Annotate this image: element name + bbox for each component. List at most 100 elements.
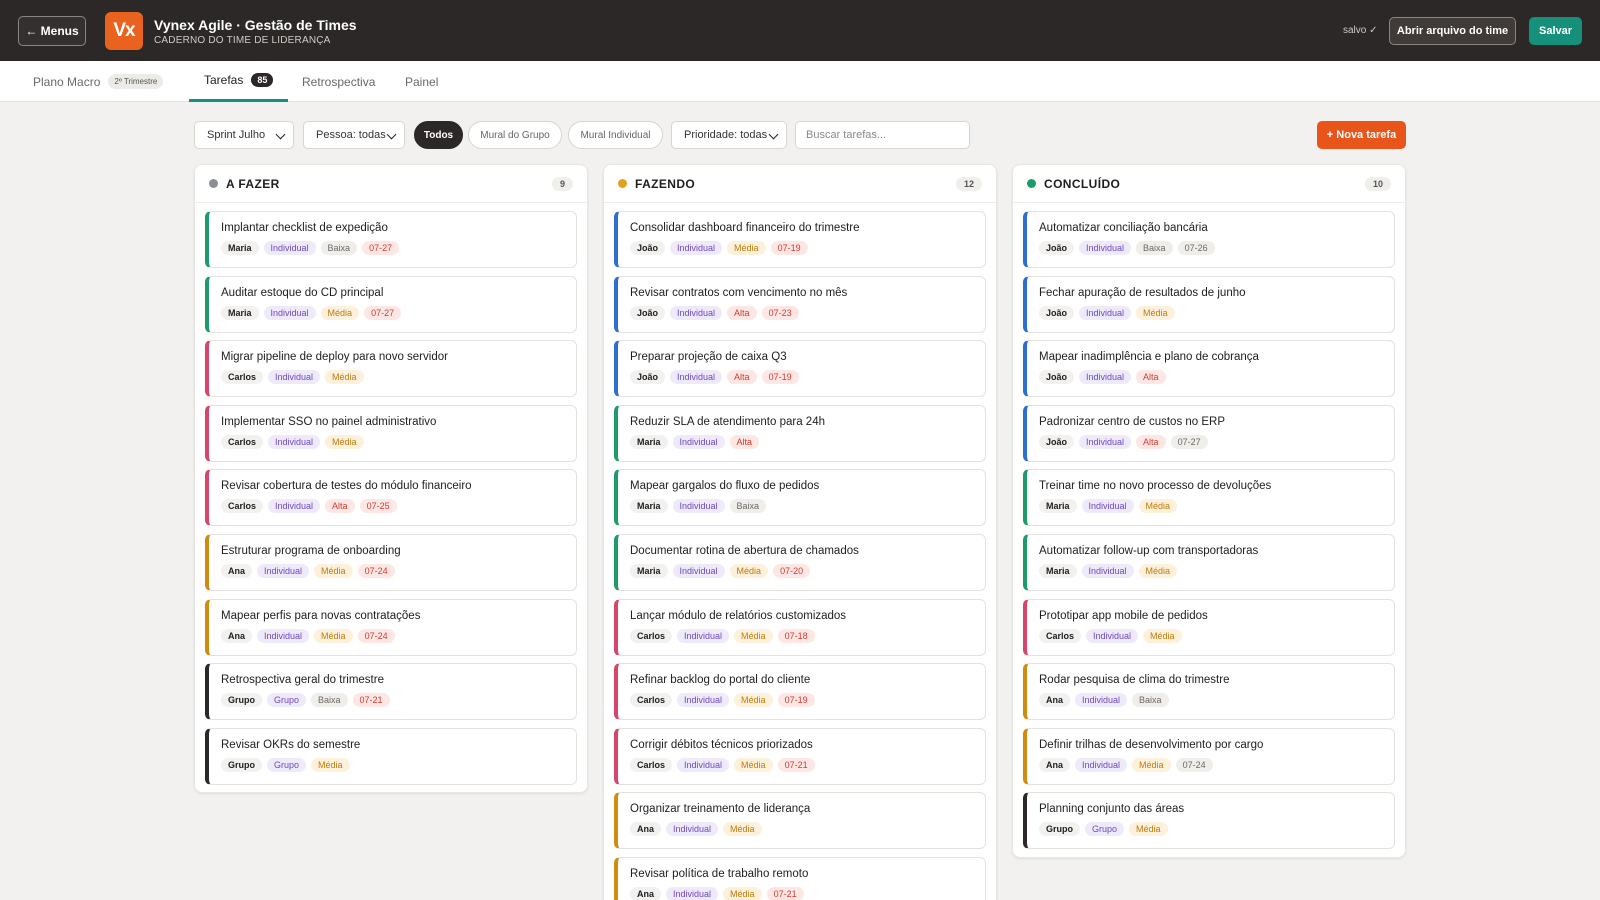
filter-chip-mural-grupo[interactable]: Mural do Grupo [468, 121, 562, 149]
chevron-down-icon [386, 129, 397, 140]
task-card[interactable]: Revisar cobertura de testes do módulo fi… [205, 469, 577, 527]
task-card[interactable]: Mapear perfis para novas contratações Ana… [205, 598, 577, 656]
task-title: Automatizar conciliação bancária [1039, 222, 1208, 234]
type-tag: Individual [1081, 563, 1134, 578]
due-date-tag: 07-18 [777, 628, 815, 643]
priority-select[interactable]: Prioridade: todas [671, 121, 787, 149]
task-card[interactable]: Estruturar programa de onboarding Ana Indi… [205, 533, 577, 591]
person-select[interactable]: Pessoa: todas [303, 121, 405, 149]
task-card[interactable]: Preparar projeção de caixa Q3 João Individ… [614, 340, 986, 398]
top-bar: ← Menus Vx Vynex Agile · Gestão de Times… [0, 0, 1600, 61]
type-tag: Individual [257, 563, 310, 578]
task-card[interactable]: Mapear gargalos do fluxo de pedidos Maria… [614, 469, 986, 527]
task-tags: Grupo Grupo Baixa 07-21 [221, 693, 564, 708]
task-card[interactable]: Padronizar centro de custos no ERP João In… [1023, 404, 1395, 462]
task-title: Documentar rotina de abertura de chamado… [630, 544, 859, 557]
person-tag: João [1039, 370, 1075, 385]
task-card[interactable]: Consolidar dashboard financeiro do trime… [614, 211, 986, 268]
task-card[interactable]: Fechar apuração de resultados de junho Jo… [1023, 275, 1395, 333]
person-tag: Carlos [630, 757, 673, 772]
column-header: A FAZER 9 [195, 165, 587, 203]
task-card[interactable]: Mapear inadimplência e plano de cobrança… [1023, 340, 1395, 398]
person-tag: Maria [630, 563, 668, 578]
task-card[interactable]: Revisar OKRs do semestre Grupo Grupo Média [205, 727, 577, 785]
column-count-badge: 12 [955, 177, 982, 191]
task-card[interactable]: Treinar time no novo processo de devoluç… [1023, 469, 1395, 527]
task-card[interactable]: Organizar treinamento de liderança Ana Ind… [614, 792, 986, 850]
task-tags: Carlos Individual Média 07-18 [630, 628, 973, 643]
tab-retrospectiva[interactable]: Retrospectiva [302, 61, 375, 102]
task-card[interactable]: Lançar módulo de relatórios customizados… [614, 598, 986, 656]
app-subtitle: CADERNO DO TIME DE LIDERANÇA [154, 35, 331, 46]
task-card[interactable]: Migrar pipeline de deploy para novo serv… [205, 340, 577, 398]
type-tag: Individual [1079, 370, 1132, 385]
task-card[interactable]: Revisar contratos com vencimento no mês J… [614, 275, 986, 333]
priority-tag: Média [1138, 563, 1178, 578]
person-tag: Ana [630, 822, 662, 837]
task-card[interactable]: Planning conjunto das áreas Grupo Grupo Méd… [1023, 792, 1395, 850]
tabs-bar: Plano Macro 2º Trimestre Tarefas 85 Retr… [0, 61, 1600, 102]
save-button[interactable]: Salvar [1529, 17, 1582, 45]
priority-tag: Alta [729, 434, 760, 449]
task-title: Revisar contratos com vencimento no mês [630, 286, 848, 299]
task-card[interactable]: Prototipar app mobile de pedidos Carlos In… [1023, 598, 1395, 656]
app-logo: Vx [105, 12, 143, 50]
open-team-file-button[interactable]: Abrir arquivo do time [1389, 17, 1516, 45]
card-list: Automatizar conciliação bancária João Indi… [1013, 203, 1405, 850]
task-card[interactable]: Revisar política de trabalho remoto Ana In… [614, 856, 986, 900]
task-card[interactable]: Implantar checklist de expedição Maria Ind… [205, 211, 577, 268]
task-tags: Maria Individual Média [1039, 563, 1382, 578]
task-title: Definir trilhas de desenvolvimento por c… [1039, 738, 1264, 751]
task-card[interactable]: Retrospectiva geral do trimestre Grupo Gru… [205, 663, 577, 721]
due-date-tag: 07-27 [1170, 434, 1208, 449]
new-task-button[interactable]: + Nova tarefa [1317, 121, 1406, 149]
sprint-select[interactable]: Sprint Julho [194, 121, 294, 149]
task-card[interactable]: Refinar backlog do portal do cliente Carl… [614, 663, 986, 721]
task-card[interactable]: Automatizar follow-up com transportadora… [1023, 533, 1395, 591]
priority-tag: Baixa [311, 693, 348, 708]
task-tags: Grupo Grupo Média [1039, 822, 1382, 837]
priority-select-value: Prioridade: todas [684, 129, 768, 141]
quarter-badge: 2º Trimestre [108, 74, 164, 89]
type-tag: Individual [257, 628, 310, 643]
search-input[interactable] [795, 121, 970, 149]
person-tag: João [630, 305, 666, 320]
task-card[interactable]: Rodar pesquisa de clima do trimestre Ana I… [1023, 663, 1395, 721]
priority-tag: Média [314, 563, 353, 578]
priority-tag: Média [723, 886, 762, 900]
person-tag: Maria [630, 434, 668, 449]
task-title: Lançar módulo de relatórios customizados [630, 609, 847, 622]
task-card[interactable]: Auditar estoque do CD principal Maria Indi… [205, 275, 577, 333]
filter-chip-todos[interactable]: Todos [414, 121, 463, 149]
task-card[interactable]: Automatizar conciliação bancária João Indi… [1023, 211, 1395, 268]
task-card[interactable]: Reduzir SLA de atendimento para 24h Maria… [614, 404, 986, 462]
due-date-tag: 07-21 [777, 757, 815, 772]
col-a-fazer: A FAZER 9 Implantar checklist de expedição… [194, 164, 588, 794]
tab-tarefas[interactable]: Tarefas 85 [189, 61, 289, 102]
task-count-badge: 85 [251, 73, 274, 87]
task-card[interactable]: Documentar rotina de abertura de chamado… [614, 533, 986, 591]
task-tags: Grupo Grupo Média [221, 757, 564, 772]
tab-label: Painel [405, 74, 439, 89]
type-tag: Individual [672, 499, 725, 514]
person-tag: Carlos [221, 434, 264, 449]
task-tags: Maria Individual Baixa [630, 499, 973, 514]
task-tags: Carlos Individual Média [221, 434, 564, 449]
filter-chip-mural-individual[interactable]: Mural Individual [568, 121, 663, 149]
priority-tag: Média [1129, 822, 1168, 837]
col-concluido: CONCLUÍDO 10 Automatizar conciliação bancá… [1012, 164, 1406, 858]
tab-plano-macro[interactable]: Plano Macro 2º Trimestre [33, 61, 164, 102]
priority-tag: Baixa [1136, 241, 1173, 255]
task-tags: Carlos Individual Alta 07-25 [221, 499, 564, 514]
task-title: Preparar projeção de caixa Q3 [630, 351, 787, 364]
task-card[interactable]: Implementar SSO no painel administrativo… [205, 404, 577, 462]
task-tags: Carlos Individual Média [1039, 628, 1382, 643]
task-title: Corrigir débitos técnicos priorizados [630, 738, 813, 751]
menus-button[interactable]: ← Menus [18, 16, 86, 46]
column-title: A FAZER [226, 176, 280, 191]
person-tag: Carlos [1039, 628, 1082, 643]
task-card[interactable]: Definir trilhas de desenvolvimento por c… [1023, 727, 1395, 785]
task-tags: Ana Individual Média 07-24 [221, 563, 564, 578]
task-card[interactable]: Corrigir débitos técnicos priorizados Car… [614, 727, 986, 785]
tab-painel[interactable]: Painel [405, 61, 438, 102]
